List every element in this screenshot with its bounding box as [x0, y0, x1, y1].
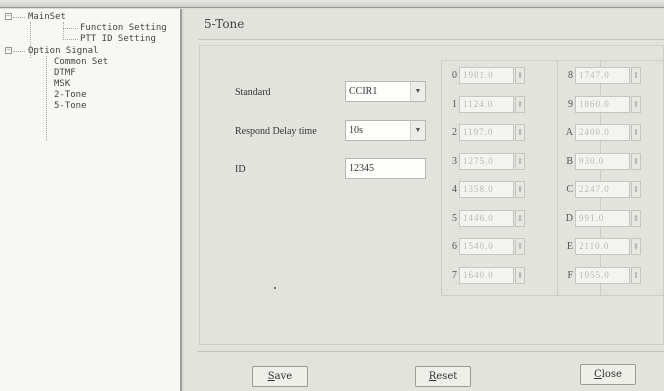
tone-frequency-field[interactable]: 2247.0: [575, 181, 630, 198]
tree-item-msk[interactable]: MSK: [54, 79, 70, 89]
tone-frequency-field[interactable]: 1747.0: [575, 67, 630, 84]
page-title: 5-Tone: [204, 17, 245, 31]
tone-key-label: 5: [452, 212, 457, 224]
id-label: ID: [235, 164, 246, 175]
collapse-icon[interactable]: −: [5, 13, 12, 20]
tree-connector: [13, 51, 25, 52]
tree-connector: [63, 28, 78, 29]
spin-arrows-icon[interactable]: ⇕: [631, 124, 641, 141]
footer-divider: [198, 351, 664, 352]
tree-item-2-tone[interactable]: 2-Tone: [54, 90, 87, 100]
tone-frequency-field[interactable]: 1981.0: [459, 67, 514, 84]
tone-key-label: 3: [452, 155, 457, 167]
tree-item-common-set[interactable]: Common Set: [54, 57, 108, 67]
tone-key-label: A: [565, 127, 573, 138]
spin-arrows-icon[interactable]: ⇕: [631, 67, 641, 84]
tone-key-label: 6: [452, 241, 457, 252]
tone-frequency-field[interactable]: 1275.0: [459, 152, 514, 170]
standard-value: CCIR1: [349, 86, 378, 97]
tone-key-label: 7: [452, 269, 457, 281]
reset-button[interactable]: Reset: [415, 366, 471, 387]
tree-item-mainset[interactable]: MainSet: [28, 12, 66, 22]
tone-frequency-field[interactable]: 1640.0: [459, 266, 514, 284]
tone-group-right: 8 1747.0 ⇕ 9 1860.0 ⇕ A 2400.0 ⇕ B 930.0 ⇕ C 2247.0 ⇕ D…: [557, 60, 664, 296]
spin-arrows-icon[interactable]: ⇕: [515, 181, 525, 198]
tone-key-label: C: [566, 184, 573, 195]
chevron-down-icon[interactable]: ▼: [410, 121, 425, 140]
spin-arrows-icon[interactable]: ⇕: [631, 181, 641, 198]
spin-arrows-icon[interactable]: ⇕: [631, 95, 641, 113]
spin-arrows-icon[interactable]: ⇕: [515, 67, 525, 84]
tone-key-label: 4: [452, 184, 457, 195]
window-title-bar: [0, 0, 664, 8]
tone-frequency-field[interactable]: 930.0: [575, 152, 630, 170]
respond-delay-select[interactable]: 10s ▼: [345, 120, 426, 141]
tone-frequency-field[interactable]: 991.0: [575, 209, 630, 227]
standard-select[interactable]: CCIR1 ▼: [345, 81, 426, 102]
tone-frequency-field[interactable]: 2400.0: [575, 124, 630, 141]
tone-frequency-field[interactable]: 1540.0: [459, 238, 514, 255]
tone-frequency-field[interactable]: 1055.0: [575, 266, 630, 284]
tree-item-function-setting[interactable]: Function Setting: [80, 23, 167, 33]
standard-label: Standard: [235, 87, 271, 98]
tone-key-label: F: [567, 269, 573, 281]
tone-key-label: 9: [568, 98, 573, 110]
tree-connector: [63, 22, 64, 40]
nav-tree: − MainSet Function Setting PTT ID Settin…: [0, 9, 182, 391]
tree-item-option-signal[interactable]: Option Signal: [28, 46, 98, 56]
tone-key-label: D: [565, 212, 573, 224]
tree-connector: [46, 56, 47, 141]
tree-item-ptt-id-setting[interactable]: PTT ID Setting: [80, 34, 156, 44]
tone-frequency-field[interactable]: 1358.0: [459, 181, 514, 198]
id-value: 12345: [349, 163, 374, 174]
tone-frequency-field[interactable]: 1124.0: [459, 95, 514, 113]
tree-connector: [63, 39, 78, 40]
tree-item-dtmf[interactable]: DTMF: [54, 68, 76, 78]
tone-key-label: B: [566, 155, 573, 167]
spin-arrows-icon[interactable]: ⇕: [515, 209, 525, 227]
spin-arrows-icon[interactable]: ⇕: [515, 95, 525, 113]
respond-delay-label: Respond Delay time: [235, 126, 317, 137]
respond-delay-value: 10s: [349, 125, 363, 136]
spin-arrows-icon[interactable]: ⇕: [515, 152, 525, 170]
id-input[interactable]: 12345: [345, 158, 426, 179]
tone-key-label: 2: [452, 127, 457, 138]
save-button[interactable]: Save: [252, 366, 308, 387]
spin-arrows-icon[interactable]: ⇕: [515, 266, 525, 284]
main-panel: 5-Tone Standard CCIR1 ▼ Respond Delay ti…: [184, 9, 664, 391]
settings-panel: Standard CCIR1 ▼ Respond Delay time 10s …: [199, 45, 664, 345]
spin-arrows-icon[interactable]: ⇕: [631, 266, 641, 284]
chevron-down-icon[interactable]: ▼: [410, 82, 425, 101]
tone-frequency-field[interactable]: 1197.0: [459, 124, 514, 141]
tone-key-label: E: [566, 241, 573, 252]
tone-key-label: 8: [568, 70, 573, 81]
spin-arrows-icon[interactable]: ⇕: [631, 209, 641, 227]
tree-connector: [13, 17, 25, 18]
spin-arrows-icon[interactable]: ⇕: [631, 238, 641, 255]
stray-mark: [274, 287, 276, 289]
spin-arrows-icon[interactable]: ⇕: [631, 152, 641, 170]
tone-frequency-field[interactable]: 1860.0: [575, 95, 630, 113]
spin-arrows-icon[interactable]: ⇕: [515, 124, 525, 141]
close-button[interactable]: Close: [580, 364, 636, 385]
tone-frequency-field[interactable]: 1446.0: [459, 209, 514, 227]
tree-item-5-tone[interactable]: 5-Tone: [54, 101, 87, 111]
title-divider: [198, 39, 664, 40]
tone-key-label: 1: [452, 98, 457, 110]
spin-arrows-icon[interactable]: ⇕: [515, 238, 525, 255]
tone-key-label: 0: [452, 70, 457, 81]
collapse-icon[interactable]: −: [5, 47, 12, 54]
tone-frequency-field[interactable]: 2110.0: [575, 238, 630, 255]
